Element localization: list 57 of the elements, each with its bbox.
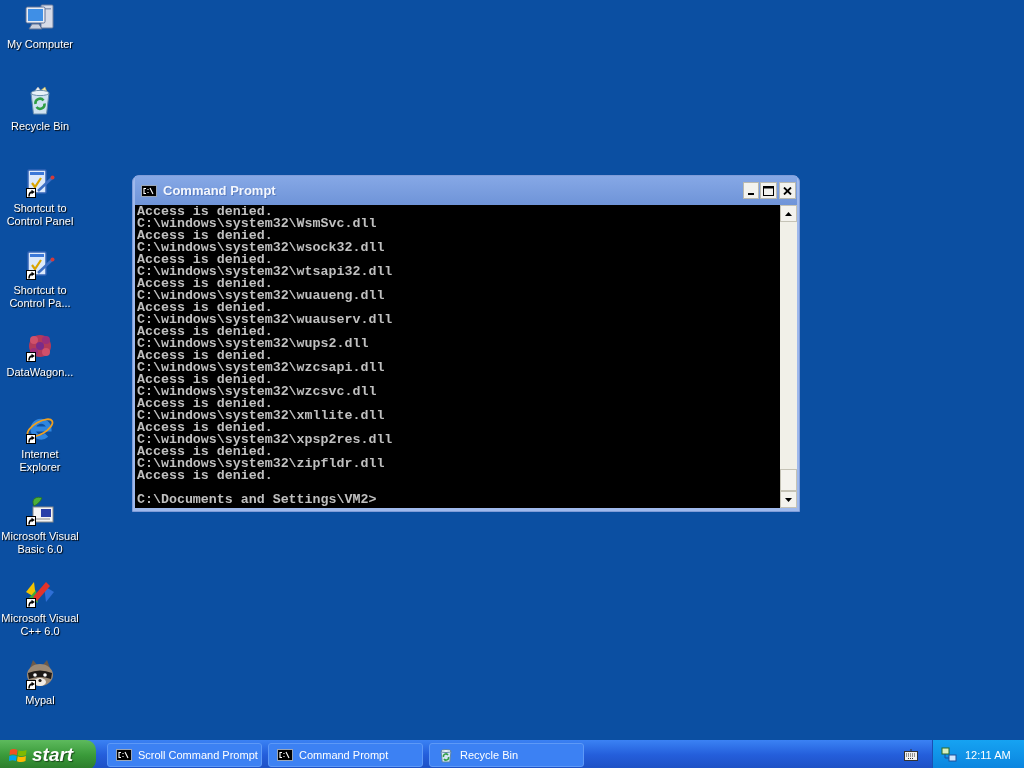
console-line: Access is denied. [137,230,273,242]
maximize-icon [763,185,774,196]
recycle-bin-icon [438,747,454,763]
down-arrow-icon [785,497,792,502]
console-line: Access is denied. [137,446,273,458]
maximize-button[interactable] [760,182,777,199]
console-line: Access is denied. [137,470,273,482]
console-line: C:\windows\system32\xmllite.dll [137,410,385,422]
console-line: C:\windows\system32\wzcsvc.dll [137,386,377,398]
keyboard-icon[interactable] [904,749,918,761]
console-line: C:\windows\system32\wuauserv.dll [137,314,393,326]
close-button[interactable] [779,182,796,199]
up-arrow-icon [785,211,792,216]
console-line: Access is denied. [137,254,273,266]
start-button[interactable]: start [0,740,96,768]
taskbar-button[interactable]: Command Prompt [268,743,423,767]
console-line: Access is denied. [137,326,273,338]
taskbar-button[interactable]: Recycle Bin [429,743,584,767]
desktop-icon-label[interactable]: Internet Explorer [0,448,80,474]
minimize-icon [748,193,754,195]
console-line: C:\windows\system32\wsock32.dll [137,242,385,254]
scrollbar-track[interactable] [780,205,797,508]
scroll-up-button[interactable] [780,205,797,222]
console-line: Access is denied. [137,422,273,434]
minimize-button[interactable] [743,182,759,199]
network-icon[interactable] [941,747,957,763]
desktop-icon-label[interactable]: My Computer [7,38,73,51]
console-line: Access is denied. [137,206,273,218]
windows-flag-icon [9,746,27,764]
scrollbar-thumb[interactable] [780,469,797,491]
console-line: C:\windows\system32\wtsapi32.dll [137,266,393,278]
console-line: Access is denied. [137,350,273,362]
console-line: Access is denied. [137,374,273,386]
command-prompt-line: C:\Documents and Settings\VM2> [137,494,377,506]
desktop-icon-label[interactable]: Shortcut to Control Pa... [0,284,80,310]
desktop-icon-label[interactable]: Mypal [25,694,55,707]
scroll-down-button[interactable] [780,491,797,508]
close-icon [783,186,792,195]
taskbar-button[interactable]: Scroll Command Prompt [107,743,262,767]
console-line: Access is denied. [137,278,273,290]
desktop-icon-label[interactable]: Recycle Bin [10,120,70,133]
console-line: C:\windows\system32\xpsp2res.dll [137,434,393,446]
desktop-icon-label[interactable]: Shortcut to Control Panel [0,202,80,228]
console-line: Access is denied. [137,398,273,410]
desktop-icon-label[interactable]: Microsoft Visual Basic 6.0 [0,530,80,556]
console-line: Access is denied. [137,302,273,314]
console-line: C:\windows\system32\wzcsapi.dll [137,362,385,374]
console-line: C:\windows\system32\wups2.dll [137,338,369,350]
console-line: C:\windows\system32\WsmSvc.dll [137,218,377,230]
console-icon [277,747,293,763]
console-icon [116,747,132,763]
console-line: C:\windows\system32\zipfldr.dll [137,458,385,470]
window-title: Command Prompt [163,181,276,200]
console-line: C:\windows\system32\wuaueng.dll [137,290,385,302]
desktop-icon-label[interactable]: DataWagon... [6,366,74,379]
desktop-icon-label[interactable]: Microsoft Visual C++ 6.0 [0,612,80,638]
console-icon[interactable] [141,182,157,199]
